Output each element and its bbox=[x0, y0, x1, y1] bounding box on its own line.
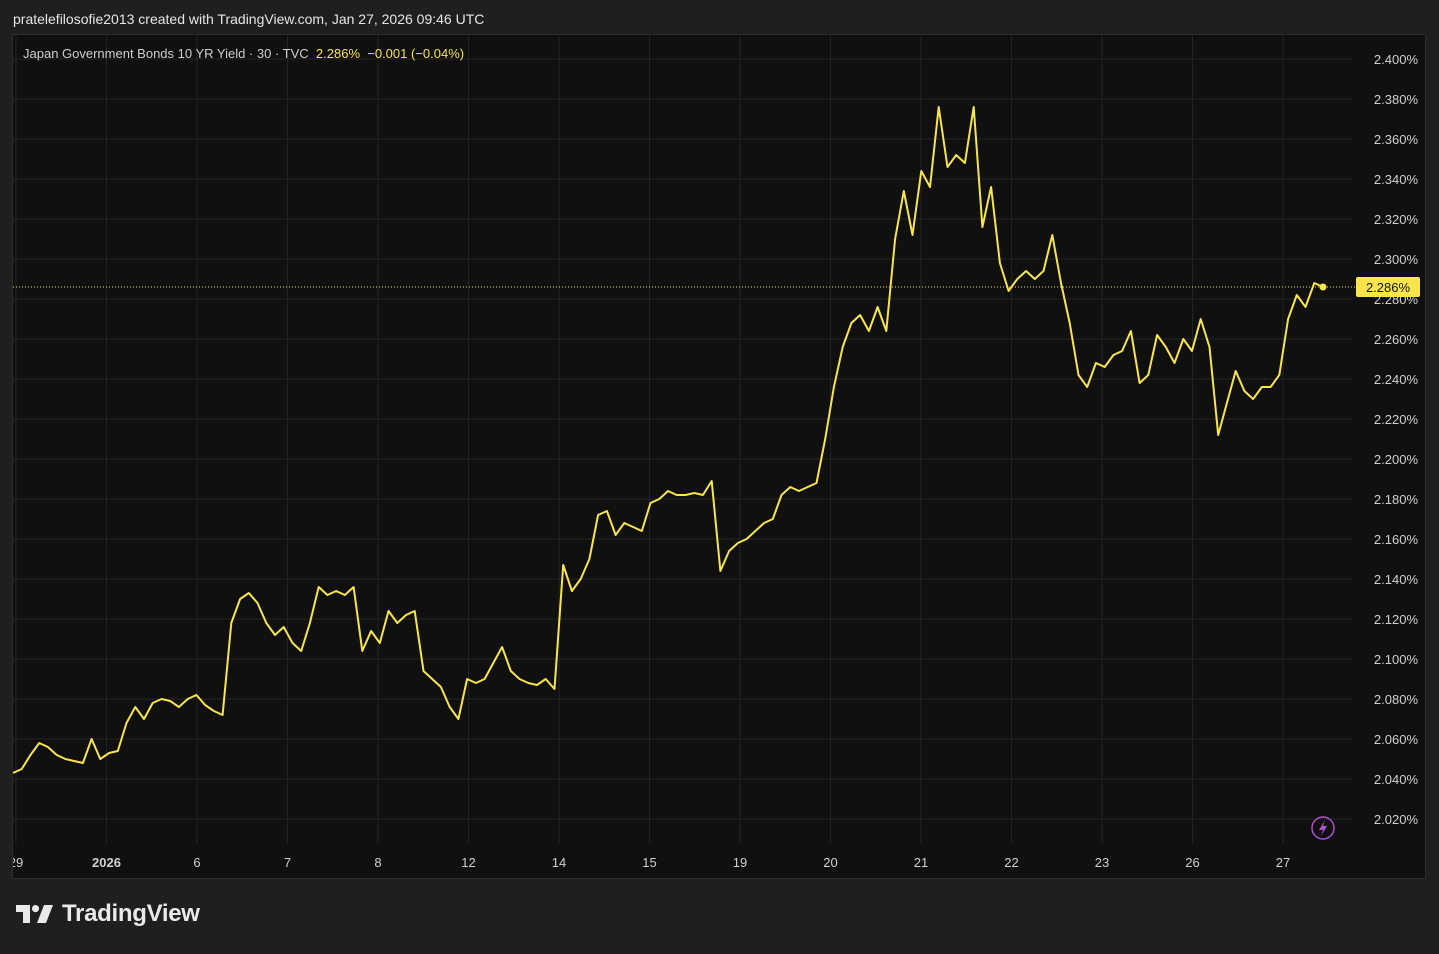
last-price-dot bbox=[1319, 283, 1327, 291]
legend-last-value: 2.286% bbox=[315, 46, 361, 61]
x-tick-label: 21 bbox=[914, 855, 928, 870]
x-tick-label: 15 bbox=[642, 855, 656, 870]
x-tick-label: 27 bbox=[1276, 855, 1290, 870]
y-tick-label: 2.040% bbox=[1374, 772, 1419, 787]
x-tick-label: 12 bbox=[461, 855, 475, 870]
y-tick-label: 2.060% bbox=[1374, 732, 1419, 747]
x-axis: 29 2026 6 7 8 12 14 15 19 20 21 22 23 26 27 bbox=[13, 855, 1290, 870]
y-tick-label: 2.120% bbox=[1374, 612, 1419, 627]
x-tick-label: 20 bbox=[823, 855, 837, 870]
x-tick-label: 26 bbox=[1185, 855, 1199, 870]
y-tick-label: 2.180% bbox=[1374, 492, 1419, 507]
y-tick-label: 2.380% bbox=[1374, 92, 1419, 107]
chart-grid bbox=[13, 35, 1353, 843]
y-tick-label: 2.020% bbox=[1374, 812, 1419, 827]
y-tick-label: 2.260% bbox=[1374, 332, 1419, 347]
y-tick-label: 2.400% bbox=[1374, 52, 1419, 67]
y-tick-label: 2.320% bbox=[1374, 212, 1419, 227]
symbol-description: Japan Government Bonds 10 YR Yield · 30 … bbox=[23, 46, 309, 61]
y-tick-label: 2.160% bbox=[1374, 532, 1419, 547]
y-tick-label: 2.240% bbox=[1374, 372, 1419, 387]
symbol-legend: Japan Government Bonds 10 YR Yield · 30 … bbox=[23, 45, 464, 63]
x-tick-label: 14 bbox=[552, 855, 566, 870]
x-tick-label: 19 bbox=[733, 855, 747, 870]
chart-panel[interactable]: 2.020% 2.040% 2.060% 2.080% 2.100% 2.120% 2.14… bbox=[12, 34, 1426, 879]
bolt-icon-glyph bbox=[1319, 820, 1327, 836]
y-tick-label: 2.200% bbox=[1374, 452, 1419, 467]
x-tick-label: 6 bbox=[193, 855, 200, 870]
bolt-icon[interactable] bbox=[1311, 816, 1335, 840]
tradingview-logo-icon bbox=[16, 905, 54, 923]
x-tick-label: 2026 bbox=[92, 855, 121, 870]
price-chart[interactable]: 2.020% 2.040% 2.060% 2.080% 2.100% 2.120% 2.14… bbox=[13, 35, 1425, 878]
chart-header-title: pratelefilosofie2013 created with Tradin… bbox=[13, 11, 485, 27]
y-tick-label: 2.300% bbox=[1374, 252, 1419, 267]
x-tick-label: 8 bbox=[374, 855, 381, 870]
y-tick-label: 2.080% bbox=[1374, 692, 1419, 707]
x-tick-label: 22 bbox=[1004, 855, 1018, 870]
y-tick-label: 2.360% bbox=[1374, 132, 1419, 147]
tradingview-brand[interactable]: TradingView bbox=[16, 900, 200, 928]
series-layer bbox=[13, 106, 1324, 774]
x-tick-label: 23 bbox=[1095, 855, 1109, 870]
brand-name: TradingView bbox=[62, 900, 200, 927]
y-tick-label: 2.340% bbox=[1374, 172, 1419, 187]
x-tick-label: 7 bbox=[284, 855, 291, 870]
y-tick-label: 2.220% bbox=[1374, 412, 1419, 427]
last-price-label: 2.286% bbox=[1366, 280, 1411, 295]
y-tick-label: 2.140% bbox=[1374, 572, 1419, 587]
yield-series-line bbox=[13, 106, 1324, 774]
legend-change: −0.001 (−0.04%) bbox=[367, 46, 465, 61]
x-tick-label: 29 bbox=[13, 855, 23, 870]
y-tick-label: 2.100% bbox=[1374, 652, 1419, 667]
last-price-layer: 2.286% bbox=[13, 277, 1420, 297]
y-axis: 2.020% 2.040% 2.060% 2.080% 2.100% 2.120% 2.14… bbox=[1374, 52, 1419, 827]
